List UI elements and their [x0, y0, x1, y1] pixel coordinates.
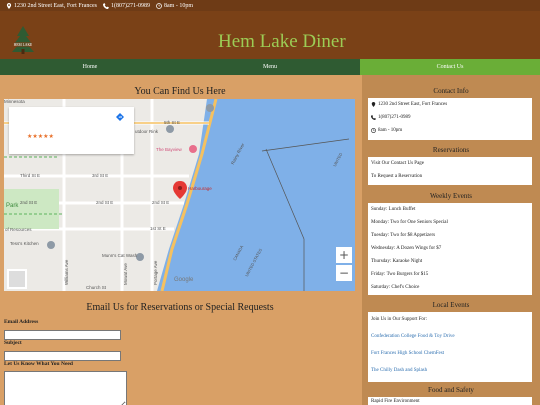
site-header: HEM LAKE Hem Lake Diner [0, 11, 540, 59]
pine-tree-logo[interactable]: HEM LAKE [6, 25, 40, 55]
subject-label: Subject [4, 340, 22, 346]
topbar-phone: 1(807)271-0989 [103, 2, 150, 9]
map-label-harbourage: Harbourage [188, 186, 212, 191]
reservations-box: Visit Our Contact Us Page To Request a R… [368, 157, 532, 185]
zoom-out-button[interactable]: − [336, 265, 352, 281]
message-textarea[interactable] [4, 371, 127, 405]
map-info-card[interactable]: ★★★★★ [9, 107, 134, 154]
nav-contact-us[interactable]: Contact Us [360, 59, 540, 75]
map-street-fifth: 5th St E [164, 120, 181, 125]
weekly-events-box: Sunday: Lunch Buffet Monday: Two for One… [368, 203, 532, 295]
nav-menu[interactable]: Menu [180, 59, 360, 75]
message-label: Let Us Know What You Need [4, 361, 73, 367]
map-street-second: 2nd St E [20, 200, 38, 205]
map-street-mowat: Mowat Ave [123, 263, 128, 285]
contact-phone-text: 1(807)271-0989 [378, 115, 411, 120]
map-label-rink: utdoor Rink [135, 129, 159, 134]
contact-hours: 8am - 10pm [371, 128, 402, 133]
weekly-event-item: Thursday: Karaoke Night [371, 259, 423, 264]
email-address-input[interactable] [4, 330, 121, 340]
top-info-bar: 1230 2nd Street East, Fort Frances 1(807… [0, 0, 540, 11]
contact-info-box: 1230 2nd Street East, Fort Frances 1(807… [368, 98, 532, 140]
weekly-event-item: Wednesday: A Dozen Wings for $7 [371, 246, 442, 251]
map-street-second3: 2nd St E [152, 200, 170, 205]
map-label-bayview: The Bayview [156, 147, 182, 152]
google-logo: Google [174, 277, 194, 283]
map-label-minnesota: Minnesota [4, 99, 25, 104]
embedded-map[interactable]: The Bayview Harbourage utdoor Rink Tess'… [4, 99, 355, 291]
local-events-heading: Local Events [432, 301, 470, 309]
contact-address: 1230 2nd Street East, Fort Frances [371, 102, 447, 107]
weekly-event-item: Monday: Two for One Seniors Special [371, 220, 448, 225]
map-street-second2: 2nd St E [96, 200, 114, 205]
logo-text: HEM LAKE [14, 43, 33, 47]
phone-icon [371, 115, 376, 120]
local-events-box: Join Us in Our Support For: Confederatio… [368, 312, 532, 382]
subject-input[interactable] [4, 351, 121, 361]
rating-stars: ★★★★★ [27, 134, 54, 140]
weekly-event-item: Saturday: Chef's Choice [371, 285, 420, 290]
contact-phone: 1(807)271-0989 [371, 115, 411, 120]
location-pin-icon [371, 102, 376, 107]
site-title: Hem Lake Diner [218, 31, 346, 52]
contact-address-text: 1230 2nd Street East, Fort Frances [378, 102, 448, 107]
map-label-munns: Munn's Cat Wash [102, 253, 138, 258]
food-safety-heading: Food and Safety [428, 386, 474, 394]
reservations-line-2: To Request a Reservation [371, 174, 423, 179]
find-us-heading: You Can Find Us Here [134, 86, 226, 97]
clock-icon [371, 128, 376, 133]
topbar-hours: 8am - 10pm [156, 3, 193, 9]
contact-info-heading: Contact Info [433, 87, 469, 95]
map-label-tess: Tess's Kitchen [10, 241, 39, 246]
weekly-event-item: Sunday: Lunch Buffet [371, 207, 416, 212]
phone-icon [103, 2, 109, 9]
directions-icon[interactable] [116, 113, 124, 121]
email-address-label: Email Address [4, 319, 39, 325]
weekly-event-item: Tuesday: Two for $8 Appetizers [371, 233, 436, 238]
map-street-first: 1st St E [150, 226, 166, 231]
map-street-third: Third St E [20, 173, 41, 178]
nav-home[interactable]: Home [0, 59, 180, 75]
map-label-resources: of Resources [5, 227, 32, 232]
location-pin-icon [6, 2, 12, 9]
email-us-heading: Email Us for Reservations or Special Req… [86, 302, 274, 313]
local-event-link[interactable]: Fort Frances High School ChemFest [371, 351, 444, 356]
map-street-third2: 3rd St E [92, 173, 109, 178]
local-event-link[interactable]: The Chilly Dash and Splash [371, 368, 427, 373]
street-view-thumbnail[interactable] [7, 269, 27, 289]
topbar-phone-text: 1(807)271-0989 [111, 2, 150, 9]
reservations-line-1: Visit Our Contact Us Page [371, 161, 425, 166]
local-event-link[interactable]: Confederation College Food & Toy Drive [371, 334, 455, 339]
weekly-event-item: Friday: Two Burgers for $15 [371, 272, 429, 277]
reservations-heading: Reservations [432, 146, 470, 154]
food-safety-line: Rapid Fire Environment [371, 399, 420, 404]
weekly-events-heading: Weekly Events [429, 192, 472, 200]
food-safety-box: Rapid Fire Environment [368, 397, 532, 405]
topbar-address-text: 1230 2nd Street East, Fort Frances [14, 2, 97, 9]
contact-hours-text: 8am - 10pm [378, 128, 403, 133]
local-events-intro: Join Us in Our Support For: [371, 317, 427, 322]
topbar-address: 1230 2nd Street East, Fort Frances [6, 2, 97, 9]
clock-icon [156, 2, 162, 9]
map-street-williams: Williams Ave [64, 259, 69, 285]
zoom-in-button[interactable]: + [336, 247, 352, 263]
map-street-portage: Portage Ave [153, 260, 158, 285]
map-label-church: Church St [86, 285, 107, 290]
map-label-park: Park [6, 203, 19, 209]
topbar-hours-text: 8am - 10pm [164, 2, 193, 9]
main-nav: Home Menu Contact Us [0, 59, 540, 75]
